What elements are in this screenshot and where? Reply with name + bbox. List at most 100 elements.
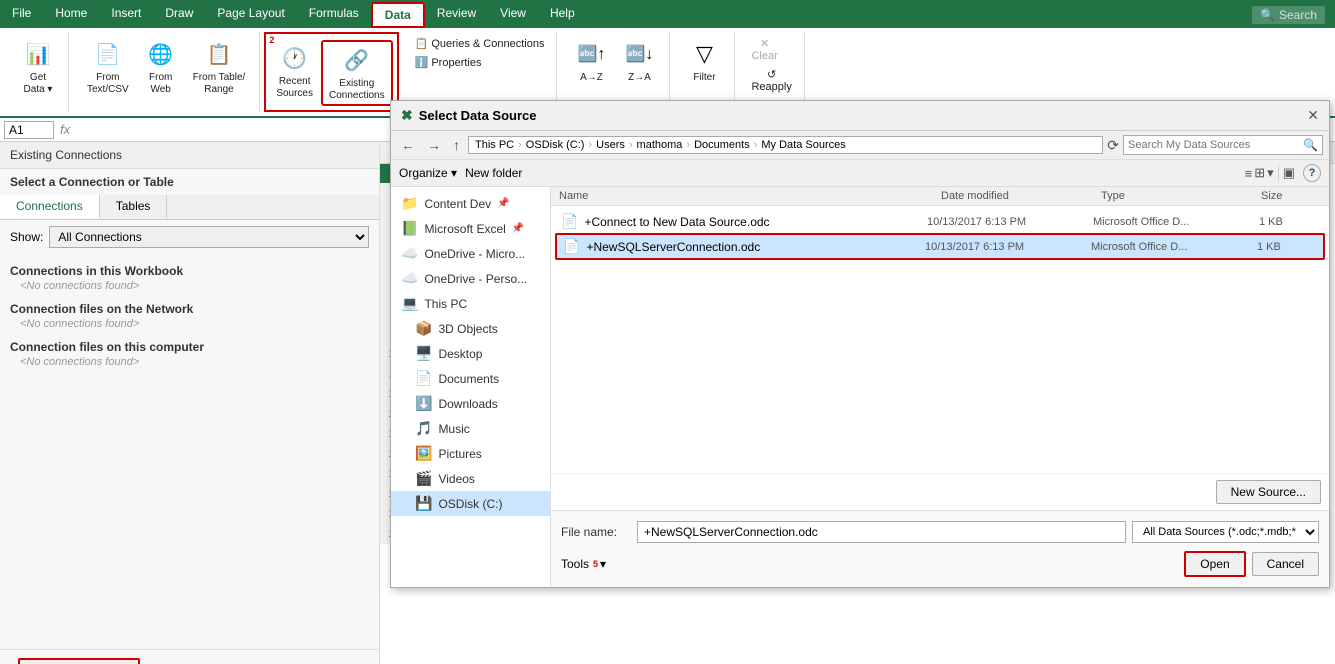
existing-connections-button[interactable]: 🔗 ExistingConnections bbox=[321, 40, 393, 106]
clear-button[interactable]: ✕ Clear bbox=[747, 36, 781, 63]
browse-for-more-button[interactable]: Browse for More... bbox=[18, 658, 140, 664]
help-button[interactable]: ? bbox=[1303, 164, 1321, 182]
onedrive-pers-icon: ☁️ bbox=[401, 270, 418, 287]
breadcrumb-item[interactable]: My Data Sources bbox=[761, 139, 845, 151]
search-data-sources-input[interactable] bbox=[1128, 139, 1299, 151]
new-folder-label: New folder bbox=[465, 166, 522, 180]
get-data-icon: 📊 bbox=[22, 38, 54, 70]
tab-data[interactable]: Data bbox=[371, 2, 425, 28]
left-item-label: Documents bbox=[438, 372, 499, 386]
left-item-desktop[interactable]: 🖥️ Desktop bbox=[391, 341, 550, 366]
queries-connections-button[interactable]: 📋 Queries & Connections bbox=[411, 36, 549, 51]
get-data-label: GetData ▾ bbox=[24, 72, 53, 96]
clear-label: Clear bbox=[751, 50, 777, 62]
show-label: Show: bbox=[10, 230, 43, 244]
sort-za-label: Z→A bbox=[628, 72, 651, 84]
left-item-label: OneDrive - Micro... bbox=[424, 247, 525, 261]
show-connections-select[interactable]: All Connections bbox=[49, 226, 369, 248]
tab-insert[interactable]: Insert bbox=[99, 2, 153, 28]
left-item-osdisk[interactable]: 💾 OSDisk (C:) bbox=[391, 491, 550, 516]
breadcrumb-item[interactable]: This PC bbox=[475, 139, 514, 151]
step-2-badge: 2 bbox=[269, 35, 274, 45]
left-item-ms-excel[interactable]: 📗 Microsoft Excel 📌 bbox=[391, 216, 550, 241]
tab-formulas[interactable]: Formulas bbox=[297, 2, 371, 28]
from-text-icon: 📄 bbox=[92, 38, 124, 70]
recent-sources-icon: 🕐 bbox=[279, 42, 311, 74]
nav-back-button[interactable]: ← bbox=[397, 135, 419, 155]
dialog-close-button[interactable]: ✕ bbox=[1307, 107, 1319, 124]
new-folder-button[interactable]: New folder bbox=[465, 166, 522, 180]
file-name-label: File name: bbox=[561, 525, 631, 539]
file-item-new-sql[interactable]: 4 📄 +NewSQLServerConnection.odc 10/13/20… bbox=[555, 233, 1325, 260]
breadcrumb-item[interactable]: Documents bbox=[694, 139, 750, 151]
left-item-videos[interactable]: 🎬 Videos bbox=[391, 466, 550, 491]
sidebar-tab-connections[interactable]: Connections bbox=[0, 195, 100, 219]
view-options-button[interactable]: ▾ bbox=[1267, 165, 1274, 181]
file-type-dropdown[interactable]: All Data Sources (*.odc;*.mdb;* bbox=[1132, 521, 1319, 543]
breadcrumb-item[interactable]: OSDisk (C:) bbox=[526, 139, 585, 151]
breadcrumb-item[interactable]: Users bbox=[596, 139, 625, 151]
cancel-button[interactable]: Cancel bbox=[1252, 552, 1319, 576]
tab-review[interactable]: Review bbox=[425, 2, 488, 28]
organize-button[interactable]: Organize ▾ bbox=[399, 166, 457, 180]
left-item-onedrive-ms[interactable]: ☁️ OneDrive - Micro... bbox=[391, 241, 550, 266]
search-box: 🔍 bbox=[1123, 135, 1323, 155]
left-item-pictures[interactable]: 🖼️ Pictures bbox=[391, 441, 550, 466]
tab-home[interactable]: Home bbox=[43, 2, 99, 28]
pane-toggle-button[interactable]: ▣ bbox=[1283, 165, 1295, 181]
col-name-header[interactable]: Name bbox=[559, 190, 941, 202]
tab-page-layout[interactable]: Page Layout bbox=[205, 2, 296, 28]
filter-button[interactable]: ▽ Filter bbox=[682, 36, 726, 86]
cell-reference-input[interactable] bbox=[4, 121, 54, 139]
sort-za-button[interactable]: 🔤↓ Z→A bbox=[617, 36, 661, 86]
left-item-downloads[interactable]: ⬇️ Downloads bbox=[391, 391, 550, 416]
tab-draw[interactable]: Draw bbox=[153, 2, 205, 28]
onedrive-ms-icon: ☁️ bbox=[401, 245, 418, 262]
search-label: Search bbox=[1279, 8, 1317, 22]
conn-group-workbook-empty: <No connections found> bbox=[20, 280, 369, 292]
new-source-button[interactable]: New Source... bbox=[1216, 480, 1321, 504]
sort-az-button[interactable]: 🔤↑ A→Z bbox=[569, 36, 613, 86]
from-table-button[interactable]: 📋 From Table/Range bbox=[187, 36, 252, 98]
col-size-header[interactable]: Size bbox=[1261, 190, 1321, 202]
left-item-documents[interactable]: 📄 Documents bbox=[391, 366, 550, 391]
new-source-row: New Source... bbox=[551, 473, 1329, 510]
from-web-button[interactable]: 🌐 FromWeb bbox=[139, 36, 183, 98]
get-data-button[interactable]: 📊 GetData ▾ bbox=[16, 36, 60, 98]
nav-forward-button[interactable]: → bbox=[423, 135, 445, 155]
properties-label: ℹ️ Properties bbox=[415, 56, 482, 69]
queries-label: 📋 Queries & Connections bbox=[415, 37, 545, 50]
tab-view[interactable]: View bbox=[488, 2, 538, 28]
left-item-this-pc[interactable]: 💻 This PC bbox=[391, 291, 550, 316]
open-button[interactable]: Open bbox=[1184, 551, 1245, 577]
tab-file[interactable]: File bbox=[0, 2, 43, 28]
left-item-label: Pictures bbox=[438, 447, 481, 461]
fx-label: fx bbox=[60, 122, 70, 137]
step-5-badge: 5 bbox=[593, 559, 598, 569]
file-name-input[interactable] bbox=[637, 521, 1126, 543]
properties-button[interactable]: ℹ️ Properties bbox=[411, 55, 486, 70]
file-list-panel: Name Date modified Type Size 📄 +Connect … bbox=[551, 187, 1329, 587]
left-item-label: Videos bbox=[438, 472, 474, 486]
left-item-content-dev[interactable]: 📁 Content Dev 📌 bbox=[391, 191, 550, 216]
from-web-label: FromWeb bbox=[149, 72, 172, 96]
left-item-music[interactable]: 🎵 Music bbox=[391, 416, 550, 441]
left-item-onedrive-pers[interactable]: ☁️ OneDrive - Perso... bbox=[391, 266, 550, 291]
tools-label-text: Tools bbox=[561, 557, 589, 571]
tab-help[interactable]: Help bbox=[538, 2, 587, 28]
view-tiles-button[interactable]: ⊞ bbox=[1254, 165, 1265, 181]
tools-dropdown[interactable]: Tools 5 ▾ bbox=[561, 557, 606, 571]
breadcrumb-item[interactable]: mathoma bbox=[637, 139, 683, 151]
col-date-header[interactable]: Date modified bbox=[941, 190, 1101, 202]
nav-refresh-button[interactable]: ⟳ bbox=[1107, 137, 1119, 154]
nav-up-button[interactable]: ↑ bbox=[449, 135, 464, 155]
col-type-header[interactable]: Type bbox=[1101, 190, 1261, 202]
reapply-button[interactable]: ↺ Reapply bbox=[747, 67, 795, 94]
view-detail-button[interactable]: ≡ bbox=[1245, 165, 1253, 181]
sidebar-tab-tables[interactable]: Tables bbox=[100, 195, 168, 219]
recent-sources-button[interactable]: 🕐 RecentSources bbox=[270, 40, 319, 102]
file-item-connect-new[interactable]: 📄 +Connect to New Data Source.odc 10/13/… bbox=[555, 210, 1325, 233]
left-item-3d-objects[interactable]: 📦 3D Objects bbox=[391, 316, 550, 341]
existing-connections-icon: 🔗 bbox=[341, 44, 373, 76]
from-text-csv-button[interactable]: 📄 FromText/CSV bbox=[81, 36, 135, 98]
